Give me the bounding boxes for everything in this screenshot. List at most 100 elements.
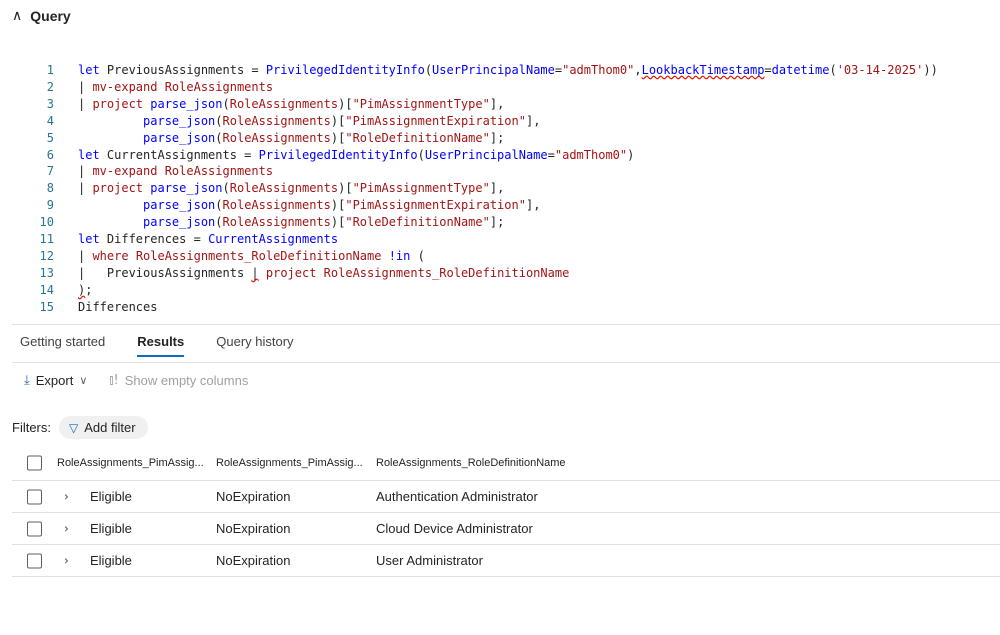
code-token: PreviousAssignments [106, 265, 252, 280]
table-header-row: RoleAssignments_PimAssig... RoleAssignme… [12, 446, 1000, 481]
code-token: !in [388, 248, 418, 263]
code-token: )[ [330, 215, 346, 230]
add-filter-button[interactable]: ▽ Add filter [59, 416, 148, 439]
query-editor[interactable]: 1 let PreviousAssignments = PrivilegedIde… [0, 62, 1000, 322]
code-token: Differences = [106, 232, 209, 246]
code-text: ); [78, 282, 92, 299]
code-token: RoleAssignments_RoleDefinitionName [135, 248, 389, 263]
code-text: | project parse_json(RoleAssignments)["P… [78, 96, 504, 113]
code-text: | where RoleAssignments_RoleDefinitionNa… [78, 248, 425, 265]
table-row[interactable]: › Eligible NoExpiration Authentication A… [12, 481, 1000, 513]
chevron-down-icon: ∨ [79, 374, 88, 387]
code-token: mv-expand [92, 164, 165, 179]
filter-icon: ▽ [69, 420, 79, 435]
chevron-right-icon[interactable]: › [64, 521, 69, 535]
code-token: RoleAssignments [222, 113, 331, 128]
row-checkbox[interactable] [27, 553, 42, 568]
code-token: LookbackTimestamp [641, 63, 765, 77]
chevron-up-icon[interactable]: ∧ [12, 8, 22, 24]
code-token: ( [417, 147, 425, 162]
code-token: ( [829, 63, 837, 77]
code-token: ]; [489, 130, 505, 145]
code-token: ( [417, 248, 425, 263]
code-token: | [78, 164, 93, 179]
code-token: )) [923, 63, 938, 77]
code-token: CurrentAssignments = [106, 147, 259, 162]
code-token: PrivilegedIdentityInfo [258, 147, 418, 162]
code-token: ( [215, 198, 223, 213]
column-header[interactable]: RoleAssignments_PimAssig... [216, 446, 363, 480]
export-button[interactable]: ⤓ Export ∨ [24, 373, 87, 388]
code-token: "PimAssignmentExpiration" [345, 113, 526, 128]
code-token: ) [627, 147, 635, 162]
chevron-right-icon[interactable]: › [64, 489, 69, 503]
code-token: RoleAssignments [164, 164, 274, 179]
code-text: | project parse_json(RoleAssignments)["P… [78, 180, 504, 197]
code-token: "admThom0" [554, 147, 628, 162]
select-all-checkbox[interactable] [27, 455, 42, 471]
row-checkbox[interactable] [27, 521, 42, 536]
add-filter-label: Add filter [84, 420, 136, 435]
tab-getting-started[interactable]: Getting started [20, 334, 105, 357]
code-text: let Differences = CurrentAssignments [78, 231, 338, 248]
table-row[interactable]: › Eligible NoExpiration User Administrat… [12, 545, 1000, 577]
line-number: 10 [39, 215, 54, 230]
code-text: let CurrentAssignments = PrivilegedIdent… [78, 147, 634, 164]
code-token: "RoleDefinitionName" [345, 215, 490, 230]
code-token: parse_json [143, 198, 216, 213]
code-token: ], [489, 96, 505, 111]
code-token: ( [424, 63, 433, 77]
code-token: parse_json [150, 181, 223, 196]
line-number: 12 [39, 248, 54, 263]
line-number: 9 [46, 198, 54, 213]
code-token: RoleAssignments [164, 79, 274, 94]
code-token: parse_json [143, 130, 216, 145]
code-token: RoleAssignments [229, 96, 339, 111]
code-text: parse_json(RoleAssignments)["PimAssignme… [78, 113, 540, 130]
table-cell: Cloud Device Administrator [376, 521, 533, 536]
code-token: ], [525, 198, 541, 213]
table-cell: Eligible [90, 553, 132, 568]
code-token: RoleAssignments [222, 198, 331, 213]
tab-query-history[interactable]: Query history [216, 334, 293, 357]
code-token: where [92, 248, 136, 263]
code-token: = [764, 63, 772, 77]
code-text: parse_json(RoleAssignments)["PimAssignme… [78, 197, 540, 214]
line-number: 4 [46, 113, 54, 128]
code-token: "PimAssignmentType" [352, 181, 490, 196]
divider [12, 324, 1000, 325]
row-checkbox[interactable] [27, 489, 42, 504]
code-token: UserPrincipalName [432, 63, 555, 77]
column-header[interactable]: RoleAssignments_RoleDefinitionName [376, 446, 566, 480]
code-token: "RoleDefinitionName" [345, 130, 490, 145]
code-token: let [78, 232, 107, 246]
filters-bar: Filters: ▽ Add filter [12, 416, 148, 439]
query-section-title: Query [30, 8, 71, 24]
table-cell: NoExpiration [216, 553, 291, 568]
code-token: PrivilegedIdentityInfo [265, 63, 425, 77]
code-text: Differences [78, 299, 157, 316]
code-token: ]; [489, 215, 505, 230]
table-row[interactable]: › Eligible NoExpiration Cloud Device Adm… [12, 513, 1000, 545]
code-token: parse_json [150, 96, 223, 111]
divider [12, 362, 1000, 363]
download-icon: ⤓ [24, 373, 30, 388]
code-token: RoleAssignments_RoleDefinitionName [323, 265, 570, 280]
show-empty-columns-button[interactable]: ⫾! Show empty columns [109, 373, 248, 388]
code-token: )[ [338, 181, 353, 196]
tab-results[interactable]: Results [137, 334, 185, 357]
results-toolbar: ⤓ Export ∨ ⫾! Show empty columns [24, 373, 248, 388]
code-token: = [547, 147, 555, 162]
column-header[interactable]: RoleAssignments_PimAssig... [57, 446, 204, 480]
code-token: | [78, 96, 93, 111]
table-cell: User Administrator [376, 553, 483, 568]
chevron-right-icon[interactable]: › [64, 553, 69, 567]
table-cell: NoExpiration [216, 489, 291, 504]
query-section-header[interactable]: ∧ Query [12, 8, 71, 24]
line-number: 15 [39, 299, 54, 314]
code-token: PreviousAssignments = [106, 63, 266, 77]
table-cell: NoExpiration [216, 521, 291, 536]
